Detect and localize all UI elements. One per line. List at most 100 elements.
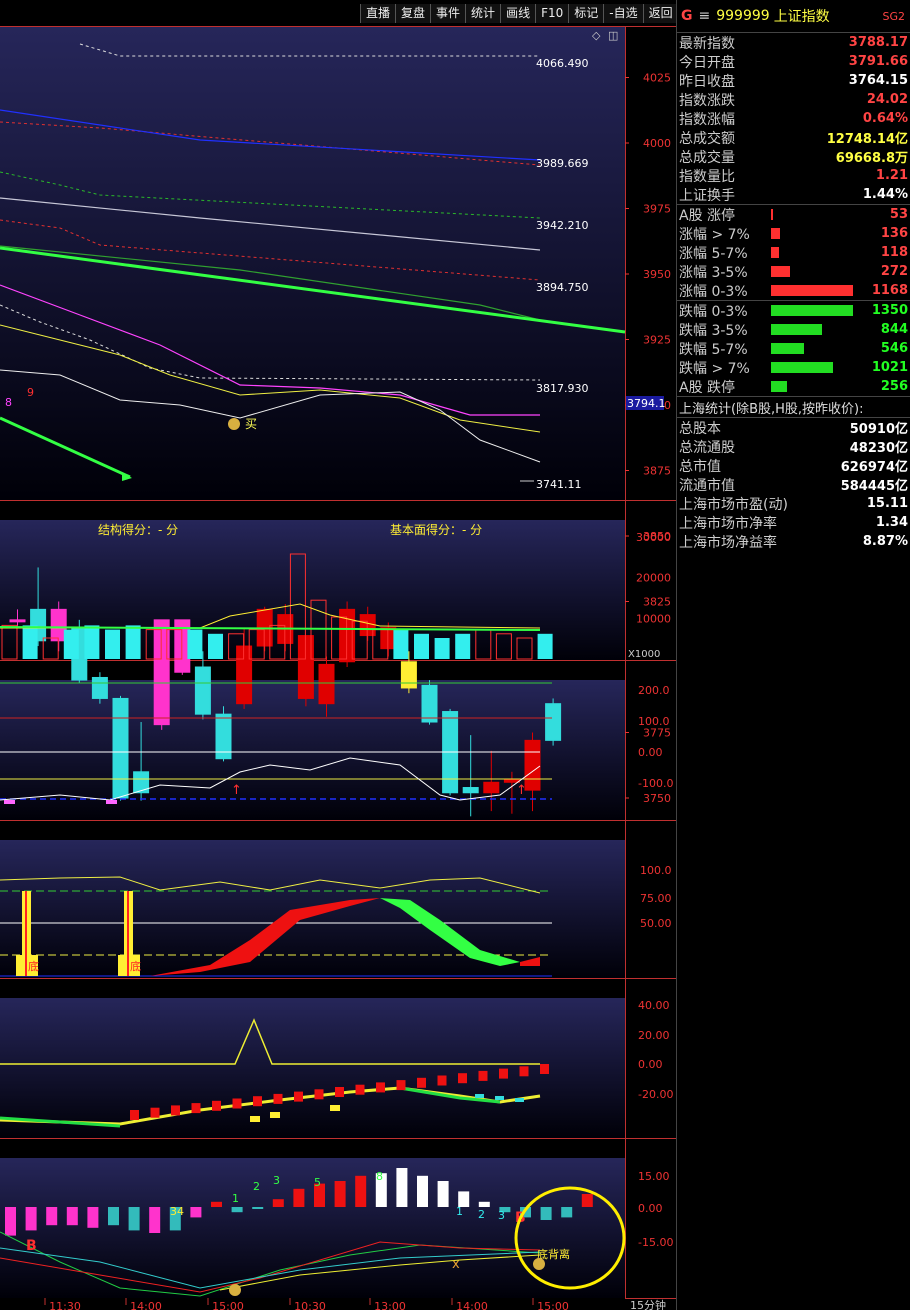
breadth-bar xyxy=(771,305,853,316)
stats-row: 流通市值 584445亿 xyxy=(677,475,910,495)
candle xyxy=(9,619,26,623)
macd-bar xyxy=(128,1207,140,1231)
time-label: 10:30 xyxy=(294,1300,326,1310)
band-label: 3894.750 xyxy=(536,281,589,294)
candle xyxy=(462,787,479,794)
macd-bar xyxy=(272,1199,284,1207)
candle xyxy=(112,697,129,799)
candle xyxy=(545,703,562,741)
stats-label: 流通市值 xyxy=(679,477,735,494)
stats-value: 8.87% xyxy=(862,534,908,549)
menu-icon[interactable]: ≡ xyxy=(699,8,711,24)
breadth-value: 546 xyxy=(880,341,908,356)
macd-bar xyxy=(231,1207,243,1213)
ind3-bar xyxy=(478,1070,488,1081)
breadth-row: 跌幅 5-7% 546 xyxy=(677,339,910,358)
toolbar-button-6[interactable]: 标记 xyxy=(568,4,604,23)
sg-badge[interactable]: SG2 xyxy=(882,10,905,23)
y-tick-label: 40.00 xyxy=(638,999,670,1012)
breadth-value: 118 xyxy=(880,245,908,260)
y-tick-label: 0.00 xyxy=(638,746,663,759)
chart-area[interactable]: ◇◫40504025400039753950392539003875385038… xyxy=(0,0,676,1310)
stats-row: 总流通股 48230亿 xyxy=(677,437,910,457)
y-tick-label: 75.00 xyxy=(640,892,672,905)
ind3-bar xyxy=(253,1096,262,1107)
quote-row: 总成交量 69668.8万 xyxy=(677,147,910,167)
candle xyxy=(91,676,108,699)
ind4-label: 3 xyxy=(498,1209,505,1222)
candle xyxy=(524,739,541,791)
breadth-bar xyxy=(771,343,804,354)
toolbar: 直播 复盘 事件 统计 画线 F10 标记 -自选 返回 xyxy=(360,4,678,24)
time-label: 14:00 xyxy=(130,1300,162,1310)
stats-value: 15.11 xyxy=(866,496,908,511)
toolbar-button-0[interactable]: 直播 xyxy=(360,4,396,23)
y-tick-label: 100.0 xyxy=(638,715,670,728)
toolbar-button-4[interactable]: 画线 xyxy=(500,4,536,23)
breadth-row: A股 涨停 53 xyxy=(677,205,910,224)
quote-value: 3788.17 xyxy=(848,35,908,50)
unit-label: X1000 xyxy=(628,649,660,660)
ind3-bar xyxy=(519,1066,529,1077)
band-label: 3942.210 xyxy=(536,219,589,232)
time-label: 15:00 xyxy=(537,1300,569,1310)
ind3-bar xyxy=(130,1110,139,1120)
ind4-label: 34 xyxy=(170,1205,184,1218)
ind3-bar xyxy=(355,1084,365,1095)
ind3-bar xyxy=(499,1068,508,1079)
ind3-mark xyxy=(330,1105,340,1111)
quote-list: 最新指数 3788.17 今日开盘 3791.66 昨日收盘 3764.15 指数涨跌 24.… xyxy=(677,33,910,205)
breadth-bar xyxy=(771,247,780,258)
ind3-mark xyxy=(250,1116,260,1122)
breadth-value: 256 xyxy=(880,379,908,394)
toolbar-button-2[interactable]: 事件 xyxy=(430,4,466,23)
y-tick-label: 4000 xyxy=(643,137,671,150)
vol-bar xyxy=(187,629,203,659)
breadth-row: 跌幅 3-5% 844 xyxy=(677,320,910,339)
stats-title: 上海统计(除B股,H股,按昨收价): xyxy=(677,397,910,418)
ind4-label: 3 xyxy=(273,1174,280,1187)
time-label: 14:00 xyxy=(456,1300,488,1310)
breadth-bar xyxy=(771,362,834,373)
breadth-row: 涨幅 0-3% 1168 xyxy=(677,281,910,300)
toolbar-button-3[interactable]: 统计 xyxy=(465,4,501,23)
stats-row: 上海市场市净率 1.34 xyxy=(677,513,910,532)
quote-row: 指数涨跌 24.02 xyxy=(677,90,910,109)
y-tick-label: 20.00 xyxy=(638,1029,670,1042)
quote-row: 总成交额 12748.14亿 xyxy=(677,128,910,148)
stats-label: 总股本 xyxy=(679,420,721,437)
stats-list: 总股本 50910亿 总流通股 48230亿 总市值 626974亿 流通市值 584445亿… xyxy=(677,418,910,551)
macd-bar xyxy=(581,1194,593,1207)
score-label: 基本面得分：- 分 xyxy=(390,522,482,537)
time-label: 15:00 xyxy=(212,1300,244,1310)
macd-bar xyxy=(478,1201,490,1207)
quote-label: 指数涨幅 xyxy=(679,111,735,128)
breadth-bar xyxy=(771,381,787,392)
breadth-label: 跌幅 > 7% xyxy=(679,360,750,377)
ind3-bar xyxy=(540,1064,549,1074)
stats-row: 总股本 50910亿 xyxy=(677,418,910,438)
ind1-mark xyxy=(4,800,15,804)
candle xyxy=(503,779,520,783)
toolbar-button-5[interactable]: F10 xyxy=(535,4,569,23)
ind3-bar xyxy=(294,1091,303,1102)
y-tick-label: 15.00 xyxy=(638,1170,670,1183)
ind3-bar xyxy=(273,1093,283,1104)
quote-row: 最新指数 3788.17 xyxy=(677,33,910,52)
ind4-label: 5 xyxy=(314,1176,321,1189)
quote-label: 总成交量 xyxy=(679,149,735,166)
y-tick-label: 200.0 xyxy=(638,684,670,697)
ind4-label: 2 xyxy=(253,1180,260,1193)
money-icon xyxy=(229,1284,241,1296)
vol-bar xyxy=(414,633,429,659)
macd-bar xyxy=(149,1207,161,1233)
toolbar-button-7[interactable]: -自选 xyxy=(603,4,643,23)
y-tick-label: 3775 xyxy=(643,727,671,740)
ind3-bar xyxy=(314,1089,324,1100)
ind4-label: 2 xyxy=(478,1208,485,1221)
stats-value: 626974亿 xyxy=(840,460,908,475)
ind3-bar xyxy=(212,1100,221,1111)
toolbar-button-8[interactable]: 返回 xyxy=(642,4,678,23)
quote-label: 指数量比 xyxy=(679,168,735,185)
toolbar-button-1[interactable]: 复盘 xyxy=(395,4,431,23)
